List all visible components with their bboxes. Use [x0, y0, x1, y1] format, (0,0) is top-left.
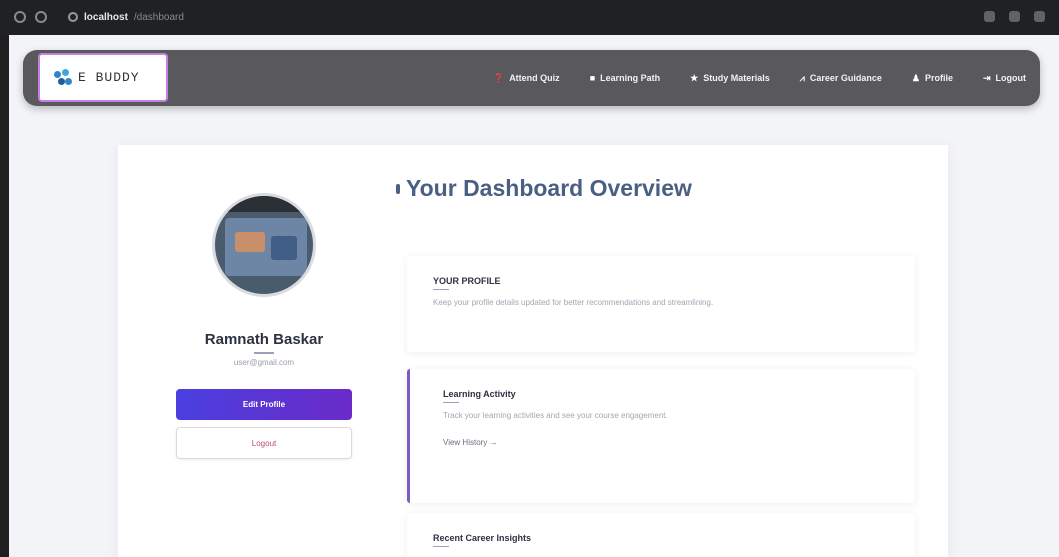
title-marker-icon — [396, 183, 400, 194]
nav-item-attend-quiz[interactable]: ❓ Attend Quiz — [493, 73, 560, 84]
page-title: Your Dashboard Overview — [396, 175, 692, 202]
url-host: localhost — [84, 11, 128, 23]
section-underline — [433, 546, 449, 547]
logo-mark-icon — [54, 68, 72, 87]
brand-logo[interactable]: E BUDDY — [38, 53, 168, 102]
section-description: Track your learning activities and see y… — [443, 411, 668, 420]
address-bar[interactable]: localhost /dashboard — [68, 9, 184, 25]
section-underline — [433, 289, 449, 290]
question-circle-icon: ❓ — [492, 72, 505, 83]
logout-button[interactable]: Logout — [176, 427, 352, 459]
menu-icon[interactable] — [1034, 11, 1045, 22]
section-title: Learning Activity — [443, 389, 516, 399]
user-icon: ♟ — [911, 72, 920, 83]
url-path: /dashboard — [133, 11, 184, 23]
section-description: Keep your profile details updated for be… — [433, 298, 714, 307]
avatar — [212, 193, 316, 297]
profile-name: Ramnath Baskar — [204, 331, 324, 348]
section-title: YOUR PROFILE — [433, 276, 501, 286]
reload-icon[interactable] — [35, 11, 47, 23]
section-title: Recent Career Insights — [433, 533, 532, 543]
browser-toolbar: localhost /dashboard — [0, 0, 1059, 35]
nav-item-label: Study Materials — [703, 73, 770, 83]
profile-panel: Ramnath Baskar user@gmail.com Edit Profi… — [174, 185, 354, 459]
nav-item-study-materials[interactable]: ★ Study Materials — [690, 73, 770, 84]
nav-item-logout[interactable]: ⇥ Logout — [983, 73, 1026, 84]
section-recent-career-insights: Recent Career Insights — [407, 513, 915, 557]
logout-icon: ⇥ — [982, 72, 991, 83]
nav-item-label: Learning Path — [600, 73, 661, 83]
page-title-text: Your Dashboard Overview — [406, 175, 692, 201]
dashboard-card: Ramnath Baskar user@gmail.com Edit Profi… — [118, 145, 948, 557]
name-underline — [254, 352, 274, 354]
extension-icon[interactable] — [984, 11, 995, 22]
profile-email: user@gmail.com — [233, 358, 295, 367]
book-icon: ■ — [589, 73, 596, 83]
nav-item-label: Attend Quiz — [509, 73, 560, 83]
star-icon: ★ — [690, 72, 699, 83]
nav-item-career-guidance[interactable]: ⩘ Career Guidance — [800, 73, 882, 84]
top-navbar: E BUDDY ❓ Attend Quiz ■ Learning Path ★ … — [23, 50, 1040, 106]
section-your-profile: YOUR PROFILE Keep your profile details u… — [407, 256, 915, 352]
nav-item-label: Logout — [995, 73, 1027, 83]
nav-item-profile[interactable]: ♟ Profile — [912, 73, 953, 84]
site-info-icon[interactable] — [68, 12, 78, 22]
browser-nav-buttons — [14, 11, 47, 23]
browser-tools — [984, 11, 1045, 22]
section-underline — [443, 402, 459, 403]
profile-icon[interactable] — [1009, 11, 1020, 22]
logo-text: E BUDDY — [78, 70, 140, 85]
view-history-link[interactable]: View History → — [443, 438, 889, 447]
section-learning-activity: Learning Activity Track your learning ac… — [407, 369, 915, 503]
back-icon[interactable] — [14, 11, 26, 23]
page: E BUDDY ❓ Attend Quiz ■ Learning Path ★ … — [9, 35, 1059, 557]
chart-icon: ⩘ — [799, 72, 805, 83]
nav-item-label: Profile — [924, 73, 953, 83]
nav-item-learning-path[interactable]: ■ Learning Path — [590, 73, 660, 83]
nav-item-label: Career Guidance — [809, 73, 882, 83]
nav-menu: ❓ Attend Quiz ■ Learning Path ★ Study Ma… — [493, 50, 1026, 106]
edit-profile-button[interactable]: Edit Profile — [176, 389, 352, 420]
